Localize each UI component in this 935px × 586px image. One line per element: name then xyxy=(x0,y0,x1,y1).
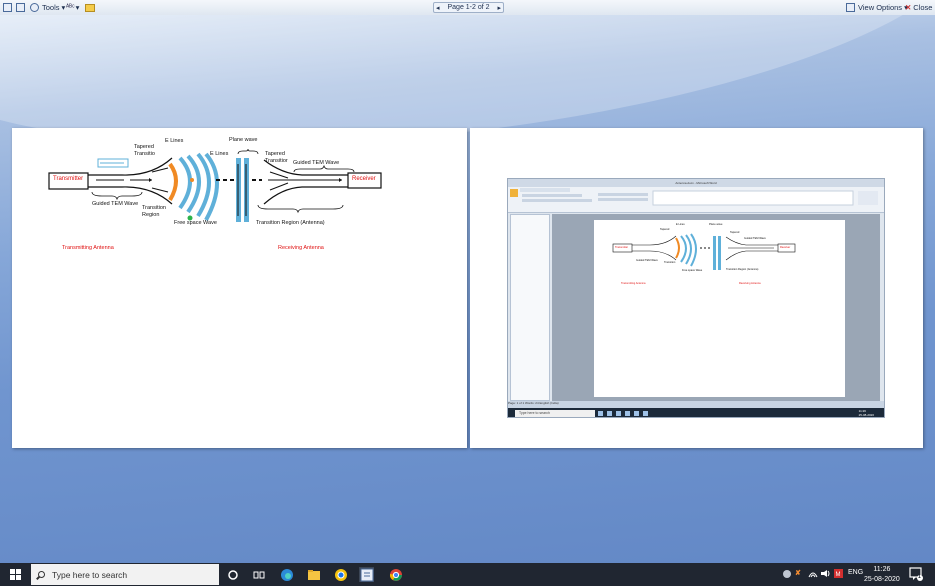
preview-page-1[interactable]: Transmitter Receiver E Lines E Lines Pla… xyxy=(12,128,467,448)
word-taskbar: Type here to search 11:26 25-08-2020 xyxy=(508,408,884,417)
transition-left-label: Transitio xyxy=(134,151,155,157)
word-taskbar-search: Type here to search xyxy=(515,410,595,417)
task-view-icon[interactable] xyxy=(251,567,266,582)
taskbar-search-placeholder: Type here to search xyxy=(52,569,128,580)
e-lines-right-label: E Lines xyxy=(210,151,229,157)
network-icon[interactable] xyxy=(808,569,818,580)
tapered-left-label: Tapered xyxy=(134,144,154,150)
tools-label: Tools xyxy=(42,3,60,12)
next-page-icon[interactable]: ▸ xyxy=(497,4,501,12)
transmitter-label: Transmitter xyxy=(53,176,84,182)
tools-menu[interactable]: Tools ▾ xyxy=(30,1,65,14)
clock-time: 11:26 xyxy=(873,566,891,573)
transition-region-label-1: Transition xyxy=(142,205,166,211)
notification-count: 1 xyxy=(918,574,921,580)
word-status-bar: Page: 1 of 1 Words: 24 English (India) xyxy=(508,401,884,408)
page-indicator: Page 1-2 of 2 xyxy=(447,4,490,11)
guided-tem-right-label: Guided TEM Wave xyxy=(293,160,340,166)
transmitting-antenna-label: Transmitting Antenna xyxy=(62,245,114,251)
skype-icon[interactable] xyxy=(782,569,792,581)
windows-taskbar: Type here to search ✘ M ENG 11:26 25-08-… xyxy=(0,563,935,586)
edge-icon[interactable] xyxy=(279,567,294,582)
view-options-icon xyxy=(846,3,855,12)
word-navigation-pane xyxy=(510,214,550,401)
e-lines-left-label: E Lines xyxy=(165,138,184,144)
ribbon-graphic xyxy=(510,188,878,206)
word-document-page: Transmitter Receiver Tapered E Lines Pla… xyxy=(594,220,845,397)
language-indicator[interactable]: ENG xyxy=(848,569,863,576)
view-options-label: View Options xyxy=(858,3,903,12)
receiver-label: Receiver xyxy=(352,176,376,182)
chrome-app-icon[interactable] xyxy=(333,567,348,582)
search-icon xyxy=(38,571,45,578)
word-ribbon xyxy=(508,187,884,213)
taskbar-clock[interactable]: 11:26 25-08-2020 xyxy=(864,565,900,585)
preview-page-2[interactable]: Antenna.docx - Microsoft Word Transmitte… xyxy=(470,128,923,448)
svg-text:M: M xyxy=(836,572,841,578)
top-toolbar: Tools ▾ ᴬᴮᶜ ▾ ◂ Page 1-2 of 2 ▸ View Optio… xyxy=(0,0,935,16)
free-space-wave-label: Free space Wave xyxy=(174,220,217,226)
close-icon: ✕ xyxy=(905,3,912,12)
word-title-bar: Antenna.docx - Microsoft Word xyxy=(508,179,884,187)
save-icon[interactable] xyxy=(3,1,15,14)
taskbar-search-box[interactable]: Type here to search xyxy=(31,564,219,585)
print-preview-workspace: Transmitter Receiver E Lines E Lines Pla… xyxy=(0,15,935,563)
guided-tem-left-label: Guided TEM Wave xyxy=(92,201,139,207)
transition-right-label: Transitior xyxy=(265,158,288,164)
start-button[interactable] xyxy=(10,569,21,580)
view-options-menu[interactable]: View Options ▾ xyxy=(846,1,908,14)
tapered-right-label: Tapered xyxy=(265,151,285,157)
close-label: Close xyxy=(913,3,933,12)
notification-center[interactable]: 1 xyxy=(909,567,923,583)
mini-antenna-diagram xyxy=(612,233,796,270)
chrome-icon[interactable] xyxy=(388,567,403,582)
previous-page-icon[interactable]: ◂ xyxy=(436,4,440,12)
page-navigator[interactable]: ◂ Page 1-2 of 2 ▸ xyxy=(433,2,504,13)
embedded-word-screenshot: Antenna.docx - Microsoft Word Transmitte… xyxy=(507,178,885,418)
word-taskbar-clock: 11:26 25-08-2020 xyxy=(858,409,874,417)
word-canvas: Transmitter Receiver Tapered E Lines Pla… xyxy=(552,214,880,401)
folder-icon[interactable] xyxy=(85,1,95,14)
spelling-icon[interactable]: ᴬᴮᶜ ▾ xyxy=(66,1,79,14)
security-icon[interactable]: ✘ xyxy=(795,569,801,577)
word-viewer-icon[interactable] xyxy=(359,567,374,582)
transition-region-label-2: Region xyxy=(142,212,160,218)
volume-icon[interactable] xyxy=(821,569,831,580)
file-explorer-icon[interactable] xyxy=(306,567,321,582)
transition-region-antenna-label: Transition Region (Antenna) xyxy=(256,220,325,226)
print-icon[interactable] xyxy=(16,1,28,14)
word-taskbar-icons xyxy=(598,411,648,416)
plane-wave-label: Plane wave xyxy=(229,137,258,143)
gear-icon xyxy=(30,3,39,12)
antivirus-icon[interactable]: M xyxy=(834,569,843,580)
close-button[interactable]: ✕ Close xyxy=(905,1,932,14)
receiving-antenna-label: Receiving Antenna xyxy=(278,245,324,251)
cortana-icon[interactable] xyxy=(225,567,240,582)
clock-date: 25-08-2020 xyxy=(864,576,900,583)
